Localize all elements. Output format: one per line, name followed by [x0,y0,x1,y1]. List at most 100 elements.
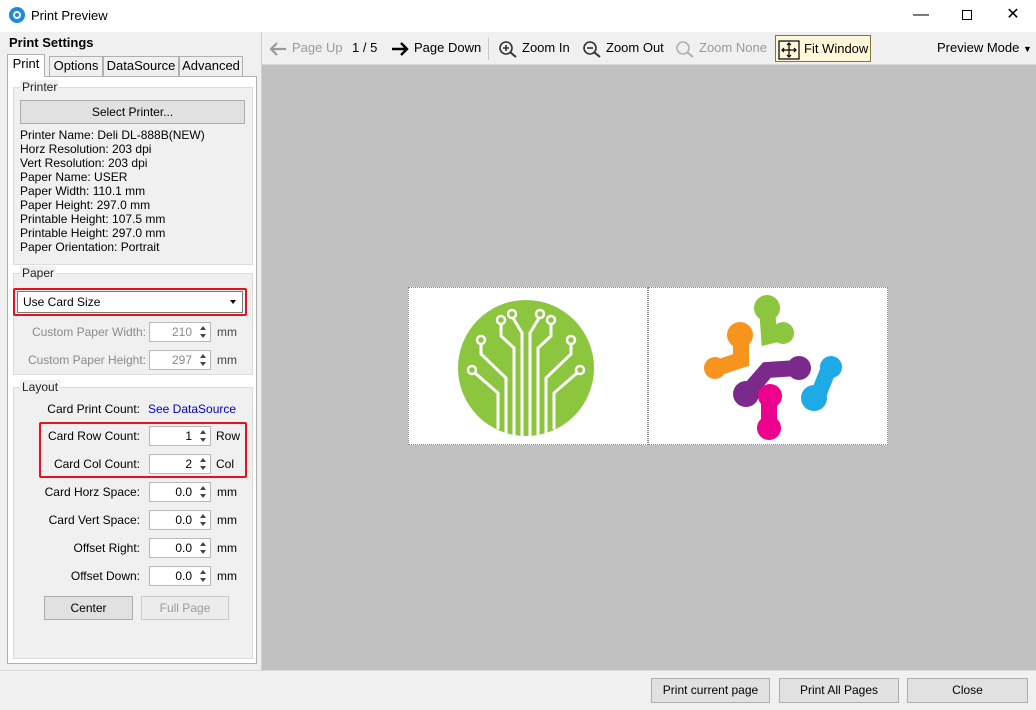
fit-window-button[interactable]: Fit Window [775,35,872,62]
print-all-pages-button[interactable]: Print All Pages [779,678,899,703]
zoom-in-icon [499,40,517,58]
spinner-arrows-icon[interactable] [198,542,208,556]
custom-height-unit: mm [217,353,237,367]
spinner-arrows-icon[interactable] [198,430,208,444]
select-printer-button[interactable]: Select Printer... [20,100,245,124]
arrow-left-icon [269,41,286,56]
full-page-button[interactable]: Full Page [141,596,229,620]
custom-height-stepper[interactable]: 297 [149,350,211,370]
page-up-button[interactable]: Page Up [268,37,343,61]
panel-heading: Print Settings [9,35,94,50]
page-down-button[interactable]: Page Down [390,37,481,61]
horz-space-value: 0.0 [175,485,192,499]
zoom-in-label: Zoom In [522,40,570,55]
layout-group-title: Layout [20,380,61,394]
paper-group-title: Paper [20,266,57,280]
preview-mode-menu[interactable]: Preview Mode ▼ [937,37,1032,61]
spinner-arrows-icon[interactable] [198,514,208,528]
layout-group: Layout Card Print Count: See DataSource … [13,380,253,659]
paper-size-value: Use Card Size [23,295,101,309]
horz-space-stepper[interactable]: 0.0 [149,482,211,502]
custom-width-stepper[interactable]: 210 [149,322,211,342]
tab-options[interactable]: Options [49,56,103,76]
custom-width-unit: mm [217,325,237,339]
offset-down-stepper[interactable]: 0.0 [149,566,211,586]
maximize-icon [962,9,972,20]
paper-name-text: Paper Name: USER [20,170,128,184]
spinner-arrows-icon[interactable] [198,458,208,472]
printable-height-text: Printable Height: 107.5 mm [20,212,166,226]
offset-right-label: Offset Right: [73,541,140,555]
spinner-arrows-icon[interactable] [198,326,208,340]
title-bar: Print Preview — ✕ [0,0,1036,32]
spinner-arrows-icon[interactable] [198,486,208,500]
offset-down-unit: mm [217,569,237,583]
print-current-page-button[interactable]: Print current page [651,678,770,703]
card-preview-1 [408,287,648,445]
zoom-in-button[interactable]: Zoom In [498,37,570,61]
row-unit: Row [216,429,241,443]
spinner-arrows-icon[interactable] [198,354,208,368]
offset-down-label: Offset Down: [70,569,140,583]
preview-canvas[interactable] [262,65,1036,670]
offset-down-value: 0.0 [175,569,192,583]
row-count-value: 1 [185,429,192,443]
circuit-tree-logo-icon [458,300,594,438]
offset-right-stepper[interactable]: 0.0 [149,538,211,558]
horz-space-label: Card Horz Space: [44,485,140,499]
tab-print[interactable]: Print [7,54,45,77]
printer-name-text: Printer Name: Deli DL-888B(NEW) [20,128,205,142]
col-count-stepper[interactable]: 2 [149,454,211,474]
horz-space-unit: mm [217,485,237,499]
preview-mode-label: Preview Mode [937,40,1020,55]
vert-space-value: 0.0 [175,513,192,527]
vert-space-stepper[interactable]: 0.0 [149,510,211,530]
offset-right-unit: mm [217,541,237,555]
col-unit: Col [216,457,235,471]
tab-datasource[interactable]: DataSource [103,56,179,76]
bottom-bar: Print current page Print All Pages Close [0,670,1036,710]
molecule-logo-icon [704,295,842,440]
paper-size-select[interactable]: Use Card Size [17,291,243,313]
col-count-label: Card Col Count: [53,457,140,471]
row-count-stepper[interactable]: 1 [149,426,211,446]
window-title: Print Preview [31,8,108,23]
maximize-button[interactable] [944,0,990,32]
print-settings-panel: Print Settings Print Options DataSource … [0,32,262,670]
see-datasource-link[interactable]: See DataSource [148,402,236,416]
custom-width-value: 210 [171,325,192,339]
chevron-down-icon [230,300,236,304]
paper-height-text: Paper Height: 297.0 mm [20,198,151,212]
center-button[interactable]: Center [44,596,133,620]
horz-resolution-text: Horz Resolution: 203 dpi [20,142,152,156]
preview-toolbar: Page Up 1 / 5 Page Down Zoom In Zoom Out… [262,32,1036,65]
offset-right-value: 0.0 [175,541,192,555]
paper-orientation-text: Paper Orientation: Portrait [20,240,160,254]
print-tab-pane: Printer Select Printer... Printer Name: … [7,76,257,664]
zoom-out-icon [583,40,601,58]
vert-resolution-text: Vert Resolution: 203 dpi [20,156,148,170]
app-icon [9,7,25,23]
minimize-button[interactable]: — [898,0,944,32]
close-window-button[interactable]: ✕ [990,0,1036,32]
printer-group-title: Printer [20,80,60,94]
col-count-value: 2 [185,457,192,471]
close-button[interactable]: Close [907,678,1028,703]
dropdown-arrow-icon: ▼ [1023,44,1032,54]
tab-advanced[interactable]: Advanced [179,56,243,76]
arrow-right-icon [392,41,409,56]
fit-window-icon [778,39,800,60]
zoom-none-icon [676,40,694,58]
vert-space-label: Card Vert Space: [48,513,140,527]
vert-space-unit: mm [217,513,237,527]
zoom-out-label: Zoom Out [606,40,664,55]
page-indicator: 1 / 5 [352,40,378,55]
card-print-count-label: Card Print Count: [47,402,140,416]
printable-height-text-2: Printable Height: 297.0 mm [20,226,166,240]
zoom-none-button[interactable]: Zoom None [675,37,767,61]
zoom-out-button[interactable]: Zoom Out [582,37,664,61]
card-preview-2 [648,287,888,445]
toolbar-divider [488,38,489,60]
spinner-arrows-icon[interactable] [198,570,208,584]
page-down-label: Page Down [414,40,482,55]
